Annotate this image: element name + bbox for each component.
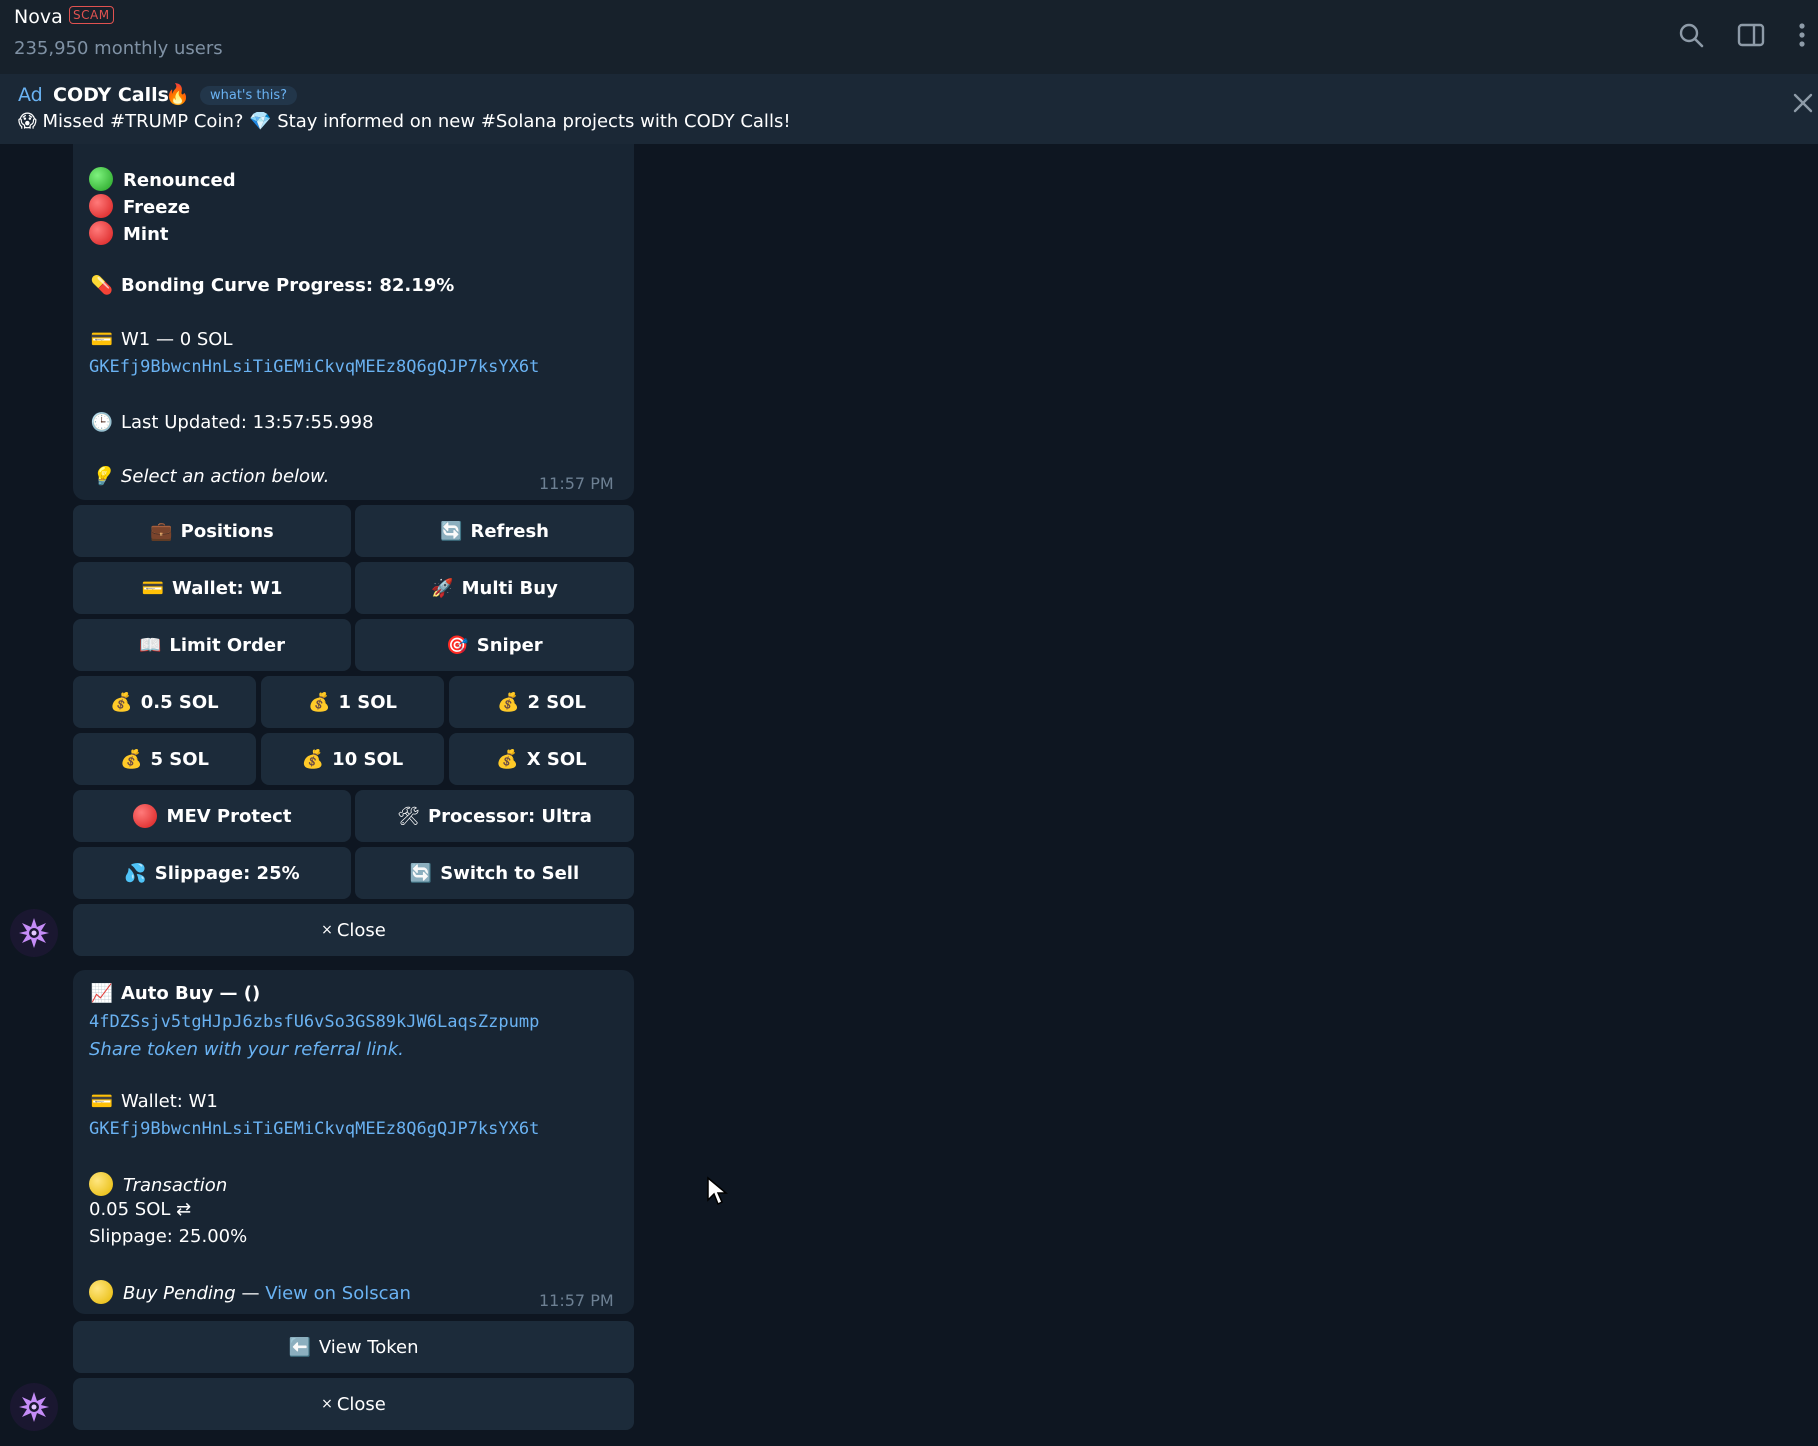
close-button[interactable]: × Close xyxy=(73,904,634,956)
switch-to-sell-button[interactable]: 🔄 Switch to Sell xyxy=(355,847,634,899)
renounced-status: Renounced xyxy=(89,167,236,191)
scam-badge: SCAM xyxy=(69,6,114,24)
wallet-label: 💳 Wallet: W1 xyxy=(90,1091,218,1112)
credit-card-icon: 💳 xyxy=(90,1091,114,1112)
credit-card-icon: 💳 xyxy=(90,329,114,350)
close-icon: × xyxy=(321,922,333,938)
money-bag-icon: 💰 xyxy=(496,748,519,770)
hammer-wrench-icon: 🛠 xyxy=(397,805,420,827)
money-bag-icon: 💰 xyxy=(110,691,133,713)
rocket-icon: 🚀 xyxy=(431,577,454,599)
buy-1-sol-button[interactable]: 💰 1 SOL xyxy=(261,676,444,728)
whats-this-button[interactable]: what's this? xyxy=(200,86,298,105)
limit-order-button[interactable]: 📖 Limit Order xyxy=(73,619,351,671)
processor-button[interactable]: 🛠 Processor: Ultra xyxy=(355,790,634,842)
refresh-button[interactable]: 🔄 Refresh xyxy=(355,505,634,557)
money-bag-icon: 💰 xyxy=(497,691,520,713)
red-circle-icon xyxy=(89,221,113,245)
fire-icon: 🔥 xyxy=(165,82,190,106)
wallet-balance: 💳 W1 — 0 SOL xyxy=(90,329,233,350)
briefcase-icon: 💼 xyxy=(150,520,173,542)
clock-icon: 🕒 xyxy=(90,412,114,433)
ad-text[interactable]: 😱 Missed #TRUMP Coin? 💎 Stay informed on… xyxy=(18,111,791,132)
token-address[interactable]: 4fDZSsjv5tgHJpJ6zbsfU6vSo3GS89kJW6LaqsZz… xyxy=(89,1012,539,1032)
refresh-icon: 🔄 xyxy=(440,520,463,542)
droplets-icon: 💦 xyxy=(124,862,147,884)
chat-header: Nova SCAM 235,950 monthly users xyxy=(0,0,1818,74)
buy-pending-status: Buy Pending — View on Solscan xyxy=(89,1280,411,1304)
sponsored-ad-bar[interactable]: Ad CODY Calls 🔥 what's this? 😱 Missed #T… xyxy=(0,74,1818,144)
bonding-curve-progress: 💊 Bonding Curve Progress: 82.19% xyxy=(90,275,455,296)
buy-2-sol-button[interactable]: 💰 2 SOL xyxy=(449,676,634,728)
freeze-status: Freeze xyxy=(89,194,190,218)
open-book-icon: 📖 xyxy=(138,634,162,656)
transaction-slippage: Slippage: 25.00% xyxy=(89,1226,248,1247)
more-vertical-icon[interactable] xyxy=(1788,18,1816,52)
view-token-button[interactable]: ⬅️ View Token xyxy=(73,1321,634,1373)
chart-increasing-icon: 📈 xyxy=(90,983,114,1004)
transaction-label: Transaction xyxy=(89,1172,227,1196)
yellow-circle-icon xyxy=(89,1172,113,1196)
money-bag-icon: 💰 xyxy=(308,691,331,713)
pill-icon: 💊 xyxy=(90,275,114,296)
refresh-icon: 🔄 xyxy=(409,862,433,884)
wallet-button[interactable]: 💳 Wallet: W1 xyxy=(73,562,351,614)
mint-status: Mint xyxy=(89,221,169,245)
auto-buy-title: 📈 Auto Buy — () xyxy=(90,983,261,1004)
message-time: 11:57 PM xyxy=(539,1291,614,1310)
wallet-address[interactable]: GKEfj9BbwcnHnLsiTiGEMiCkvqMEEz8Q6gQJP7ks… xyxy=(89,357,539,377)
ad-title[interactable]: CODY Calls xyxy=(53,84,169,106)
red-circle-icon xyxy=(132,804,157,828)
money-bag-icon: 💰 xyxy=(301,748,325,770)
green-circle-icon xyxy=(89,167,113,191)
close-icon[interactable] xyxy=(1790,90,1816,116)
wallet-address[interactable]: GKEfj9BbwcnHnLsiTiGEMiCkvqMEEz8Q6gQJP7ks… xyxy=(89,1119,539,1139)
red-circle-icon xyxy=(89,194,113,218)
credit-card-icon: 💳 xyxy=(141,577,165,599)
buy-10-sol-button[interactable]: 💰 10 SOL xyxy=(261,733,444,785)
buy-5-sol-button[interactable]: 💰 5 SOL xyxy=(73,733,256,785)
bot-avatar[interactable] xyxy=(10,1383,58,1431)
chat-subtitle: 235,950 monthly users xyxy=(14,38,223,59)
positions-button[interactable]: 💼 Positions xyxy=(73,505,351,557)
search-icon[interactable] xyxy=(1674,18,1708,52)
yellow-circle-icon xyxy=(89,1280,113,1304)
share-referral-link[interactable]: Share token with your referral link. xyxy=(89,1039,404,1060)
sniper-button[interactable]: 🎯 Sniper xyxy=(355,619,634,671)
mev-protect-button[interactable]: MEV Protect xyxy=(73,790,351,842)
money-bag-icon: 💰 xyxy=(120,748,143,770)
buy-0.5-sol-button[interactable]: 💰 0.5 SOL xyxy=(73,676,256,728)
back-arrow-icon: ⬅️ xyxy=(288,1336,311,1358)
light-bulb-icon: 💡 xyxy=(90,466,114,487)
transaction-amount: 0.05 SOL ⇄ xyxy=(89,1199,192,1220)
target-icon: 🎯 xyxy=(446,634,469,656)
buy-x-sol-button[interactable]: 💰 X SOL xyxy=(449,733,634,785)
sidebar-toggle-icon[interactable] xyxy=(1734,18,1768,52)
bot-avatar[interactable] xyxy=(10,909,58,957)
multi-buy-button[interactable]: 🚀 Multi Buy xyxy=(355,562,634,614)
slippage-button[interactable]: 💦 Slippage: 25% xyxy=(73,847,351,899)
close-icon: × xyxy=(321,1396,333,1412)
mouse-cursor-icon xyxy=(706,1176,729,1210)
ad-label: Ad xyxy=(18,84,43,106)
close-button[interactable]: × Close xyxy=(73,1378,634,1430)
last-updated: 🕒 Last Updated: 13:57:55.998 xyxy=(90,412,374,433)
select-action-hint: 💡 Select an action below. xyxy=(90,466,330,487)
view-on-solscan-link[interactable]: View on Solscan xyxy=(265,1283,411,1304)
message-time: 11:57 PM xyxy=(539,474,614,493)
chat-title[interactable]: Nova xyxy=(14,6,63,28)
